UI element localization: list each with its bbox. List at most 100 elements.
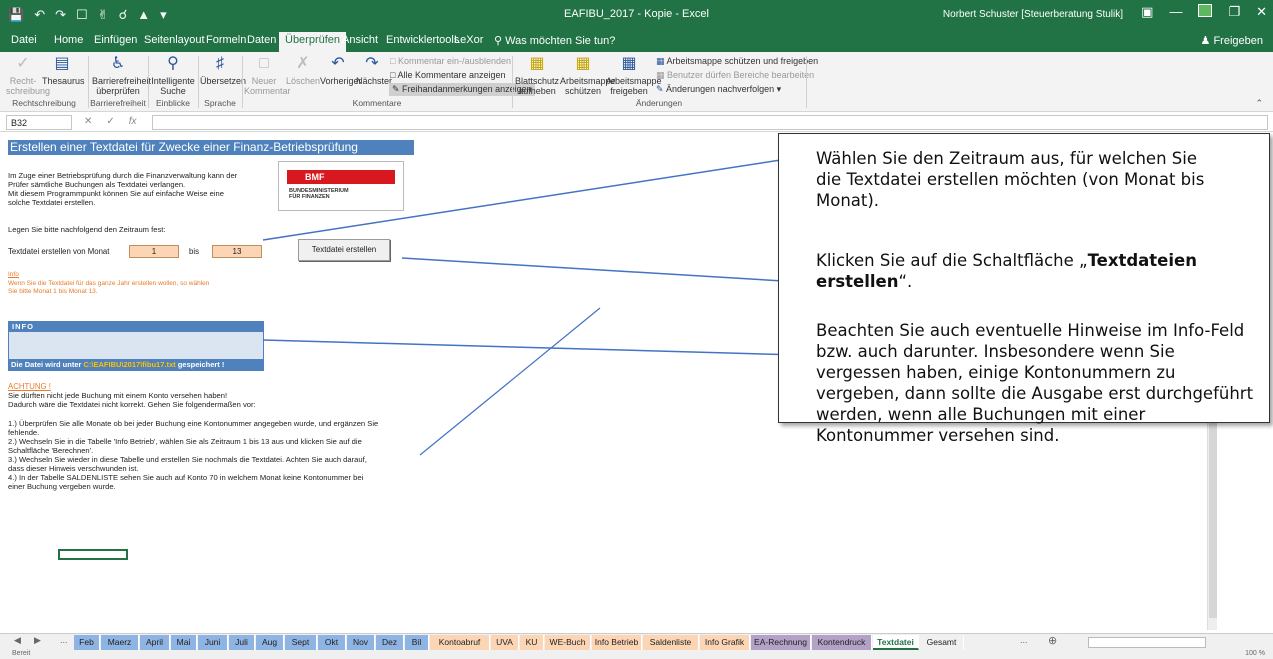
delete-comment-button[interactable]: ✗ Löschen bbox=[286, 54, 320, 86]
close-icon[interactable]: ✕ bbox=[1256, 4, 1267, 20]
function-icon[interactable]: fx bbox=[129, 116, 137, 127]
intro-text: Im Zuge einer Betriebsprüfung durch die … bbox=[8, 171, 238, 207]
track-changes-button[interactable]: ✎ Änderungen nachverfolgen ▾ bbox=[656, 84, 781, 95]
tab-formeln[interactable]: Formeln bbox=[206, 34, 246, 46]
next-comment-button[interactable]: ↷ Nächster bbox=[356, 54, 392, 86]
tab-datei[interactable]: Datei bbox=[11, 34, 37, 46]
track-changes-icon: ✎ bbox=[656, 84, 667, 94]
tab-lexor[interactable]: LeXor bbox=[454, 34, 483, 46]
from-month-input[interactable]: 1 bbox=[129, 245, 179, 258]
info-box-footer: Die Datei wird unter C:\EAFIBU\2017\fibu… bbox=[9, 359, 263, 370]
window-controls: ▣ — ❐ ✕ bbox=[1141, 4, 1267, 20]
unprotect-sheet-button[interactable]: ▦ Blattschutz aufheben bbox=[514, 54, 560, 96]
sheet-tab-aug[interactable]: Aug bbox=[256, 635, 284, 650]
lightbulb-icon: ⚲ bbox=[494, 35, 506, 47]
previous-comment-button[interactable]: ↶ Vorheriger bbox=[320, 54, 362, 86]
sheet-tab-bil[interactable]: Bil bbox=[405, 635, 429, 650]
sheet-tab-ea-rechnung[interactable]: EA-Rechnung bbox=[751, 635, 811, 650]
scroll-right-icon[interactable]: ▶ bbox=[34, 635, 41, 646]
protect-and-share-button[interactable]: ▦ Arbeitsmappe schützen und freigeben bbox=[656, 56, 818, 67]
sheet-tab-uva[interactable]: UVA bbox=[491, 635, 519, 650]
translate-button[interactable]: ♯ Übersetzen bbox=[200, 54, 246, 86]
new-comment-button[interactable]: □ Neuer Kommentar bbox=[244, 54, 291, 96]
translate-icon: ♯ bbox=[216, 55, 224, 72]
tab-ueberpruefen[interactable]: Überprüfen bbox=[279, 32, 347, 52]
instruction-text: Legen Sie bitte nachfolgend den Zeitraum… bbox=[8, 225, 166, 234]
group-label-changes: Änderungen bbox=[635, 98, 683, 108]
zoom-level[interactable]: 100 % bbox=[1245, 650, 1265, 657]
spelling-button[interactable]: ✓ Recht- schreibung bbox=[6, 54, 50, 96]
tab-ansicht[interactable]: Ansicht bbox=[342, 34, 378, 46]
sheet-tab-maerz[interactable]: Maerz bbox=[101, 635, 139, 650]
status-text: Bereit bbox=[12, 650, 31, 657]
sheet-tab-mai[interactable]: Mai bbox=[171, 635, 197, 650]
bmf-logo: BMF BUNDESMINISTERIUM FÜR FINANZEN bbox=[278, 161, 404, 211]
scroll-left-icon[interactable]: ◀ bbox=[14, 635, 21, 646]
add-sheet-icon[interactable]: ⊕ bbox=[1048, 634, 1057, 647]
tab-einfuegen[interactable]: Einfügen bbox=[94, 34, 137, 46]
tell-me-search[interactable]: ⚲ Was möchten Sie tun? bbox=[494, 34, 615, 47]
protect-workbook-icon: ▦ bbox=[575, 55, 591, 72]
warning-title: ACHTUNG ! bbox=[8, 382, 51, 391]
sheet-tab-info-grafik[interactable]: Info Grafik bbox=[700, 635, 750, 650]
smart-lookup-button[interactable]: ⚲ Intelligente Suche bbox=[150, 54, 196, 96]
pen-icon: ✎ bbox=[392, 84, 403, 94]
sheet-tab-gesamt[interactable]: Gesamt bbox=[920, 635, 964, 650]
maximize-icon[interactable] bbox=[1198, 4, 1213, 20]
sheet-tab-april[interactable]: April bbox=[140, 635, 170, 650]
restore-icon[interactable]: ❐ bbox=[1228, 4, 1240, 20]
share-workbook-button[interactable]: ▦ Arbeitsmappe freigeben bbox=[606, 54, 662, 96]
selected-cell[interactable] bbox=[58, 549, 128, 560]
tab-seitenlayout[interactable]: Seitenlayout bbox=[144, 34, 205, 46]
spelling-icon: ✓ bbox=[16, 55, 30, 72]
sheet-tab-feb[interactable]: Feb bbox=[74, 635, 100, 650]
sheet-tab-juli[interactable]: Juli bbox=[229, 635, 255, 650]
sheet-tab-info-betrieb[interactable]: Info Betrieb bbox=[592, 635, 642, 650]
allow-edit-ranges-button[interactable]: ▦ Benutzer dürfen Bereiche bearbeiten bbox=[656, 70, 814, 81]
horizontal-scrollbar[interactable] bbox=[1088, 637, 1206, 648]
info-text: Wenn Sie die Textdatei für das ganze Jah… bbox=[8, 280, 210, 295]
callout-step2: Klicken Sie auf die Schaltfläche „Textda… bbox=[816, 251, 1197, 291]
unprotect-sheet-icon: ▦ bbox=[529, 55, 545, 72]
instruction-callout: Wählen Sie den Zeitraum aus, für welchen… bbox=[778, 133, 1270, 445]
create-textfile-button[interactable]: Textdatei erstellen bbox=[298, 239, 390, 261]
group-label-proofing: Rechtschreibung bbox=[12, 98, 76, 108]
sheet-tab-ku[interactable]: KU bbox=[520, 635, 544, 650]
minimize-icon[interactable]: — bbox=[1169, 4, 1182, 20]
toggle-comment-button[interactable]: □ Kommentar ein-/ausblenden bbox=[390, 56, 511, 66]
to-month-input[interactable]: 13 bbox=[212, 245, 262, 258]
user-name[interactable]: Norbert Schuster [Steuerberatung Stulik] bbox=[943, 9, 1123, 20]
person-icon: ♟ bbox=[1200, 35, 1214, 47]
delete-comment-icon: ✗ bbox=[296, 55, 310, 72]
sheet-tab-okt[interactable]: Okt bbox=[318, 635, 346, 650]
protect-workbook-button[interactable]: ▦ Arbeitsmappe schützen bbox=[560, 54, 616, 96]
thesaurus-button[interactable]: ▤ Thesaurus bbox=[42, 54, 85, 86]
ribbon-display-icon[interactable]: ▣ bbox=[1141, 4, 1153, 20]
sheet-tab-sept[interactable]: Sept bbox=[285, 635, 317, 650]
next-comment-icon: ↷ bbox=[365, 55, 379, 72]
share-button[interactable]: ♟ Freigeben bbox=[1201, 34, 1263, 47]
tabs-more[interactable]: ... bbox=[1020, 635, 1028, 645]
sheet-tab-kontendruck[interactable]: Kontendruck bbox=[812, 635, 872, 650]
previous-comment-icon: ↶ bbox=[331, 55, 345, 72]
tabs-ellipsis[interactable]: ... bbox=[60, 635, 68, 645]
sheet-tab-nov[interactable]: Nov bbox=[347, 635, 375, 650]
tab-entwicklertools[interactable]: Entwicklertools bbox=[386, 34, 459, 46]
name-box[interactable]: B32 bbox=[6, 115, 72, 130]
sheet-tab-we-buch[interactable]: WE-Buch bbox=[545, 635, 591, 650]
warning-text: Sie dürften nicht jede Buchung mit einem… bbox=[8, 391, 256, 409]
confirm-icon[interactable]: ✓ bbox=[106, 116, 114, 127]
sheet-tab-dez[interactable]: Dez bbox=[376, 635, 404, 650]
tab-home[interactable]: Home bbox=[54, 34, 83, 46]
sheet-tab-kontoabruf[interactable]: Kontoabruf bbox=[430, 635, 490, 650]
show-all-comments-button[interactable]: □ Alle Kommentare anzeigen bbox=[390, 70, 506, 80]
sheet-tab-saldenliste[interactable]: Saldenliste bbox=[643, 635, 699, 650]
collapse-ribbon-icon[interactable]: ⌃ bbox=[1255, 98, 1263, 109]
cancel-icon[interactable]: ✕ bbox=[84, 116, 92, 127]
accessibility-button[interactable]: ♿ Barrierefreiheit überprüfen bbox=[92, 54, 151, 96]
tab-daten[interactable]: Daten bbox=[247, 34, 276, 46]
sheet-tab-textdatei[interactable]: Textdatei bbox=[873, 635, 919, 650]
formula-input[interactable] bbox=[152, 115, 1268, 130]
sheet-tab-juni[interactable]: Juni bbox=[198, 635, 228, 650]
sheet-header: Erstellen einer Textdatei für Zwecke ein… bbox=[8, 140, 414, 155]
